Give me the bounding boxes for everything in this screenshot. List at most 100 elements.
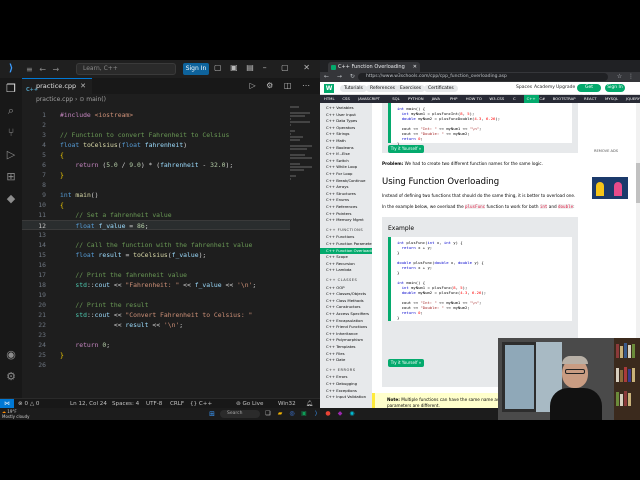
sidebar-item[interactable]: C++ Break/Continue: [326, 178, 366, 184]
topnav-item[interactable]: REACT: [584, 95, 597, 103]
sidebar-item[interactable]: C++ Scope: [326, 254, 348, 260]
sidebar-item[interactable]: C++ Templates: [326, 344, 356, 350]
vscode-menu-icon[interactable]: ≡ ← →: [26, 65, 61, 74]
browser-tab[interactable]: C++ Function Overloading ✕: [328, 62, 420, 72]
url-input[interactable]: https://www.w3schools.com/cpp/cpp_functi…: [358, 73, 608, 81]
code-line[interactable]: 4 float toCelsius(float fahrenheit): [22, 140, 320, 150]
search-icon[interactable]: ⌕: [4, 104, 18, 118]
sidebar-item[interactable]: C++ Variables: [326, 105, 354, 111]
scroll-thumb[interactable]: [636, 163, 640, 203]
remote-icon[interactable]: ⋈: [0, 399, 14, 408]
code-line[interactable]: 10 {: [22, 200, 320, 210]
sidebar-item[interactable]: C++ Inheritance: [326, 331, 358, 337]
code-line[interactable]: 25}: [22, 350, 320, 360]
sidebar-item[interactable]: C++ Arrays: [326, 184, 348, 190]
topnav-item[interactable]: SQL: [392, 95, 400, 103]
close-icon[interactable]: ✕: [80, 79, 86, 94]
link-academy[interactable]: Academy: [534, 85, 555, 90]
window-controls[interactable]: – ▢ ✕: [263, 63, 316, 72]
app-icon-3[interactable]: ◉: [348, 410, 356, 418]
code-line[interactable]: 23: [22, 330, 320, 340]
problems-indicator[interactable]: ⊗ 0 △ 0: [18, 399, 39, 408]
code-line[interactable]: 21 std::cout << "Convert Fahrenheit to C…: [22, 310, 320, 320]
code-line[interactable]: 17 // Print the fahrenheit value: [22, 270, 320, 280]
sidebar-item[interactable]: C++ Switch: [326, 158, 349, 164]
topnav-item[interactable]: C++: [523, 95, 539, 103]
code-line[interactable]: 9 int main(): [22, 190, 320, 200]
sidebar-item[interactable]: C++ Recursion: [326, 261, 355, 267]
topnav-item[interactable]: BOOTSTRAP: [553, 95, 576, 103]
sidebar-item[interactable]: C++ If...Else: [326, 151, 350, 157]
code-line[interactable]: 3 // Function to convert Fahrenheit to Ce…: [22, 130, 320, 140]
vscode-taskbar-icon[interactable]: ⟩: [312, 410, 320, 418]
sidebar-item[interactable]: C++ Classes/Objects: [326, 291, 366, 297]
topnav-item[interactable]: C: [513, 95, 516, 103]
app-icon-2[interactable]: ◆: [336, 410, 344, 418]
sidebar-item[interactable]: C++ Structures: [326, 191, 356, 197]
code-line[interactable]: 1 #include <iostream>: [22, 110, 320, 120]
code-line[interactable]: 12 float f_value = 86;: [22, 220, 290, 230]
tab-practice-cpp[interactable]: C++ practice.cpp ✕: [22, 78, 92, 94]
close-icon[interactable]: ✕: [413, 62, 417, 72]
sign-in-button[interactable]: Sign In: [605, 84, 625, 92]
sidebar-item[interactable]: C++ User Input: [326, 112, 356, 118]
language-mode[interactable]: {} C++: [190, 399, 212, 408]
try-it-yourself-button-2[interactable]: Try it Yourself »: [388, 359, 424, 367]
sidebar-item[interactable]: C++ Booleans: [326, 145, 354, 151]
sidebar-item[interactable]: C++ Function Overloading: [320, 247, 372, 254]
breadcrumb[interactable]: practice.cpp › ⊙ main(): [22, 94, 320, 106]
topnav-item[interactable]: JAVASCRIPT: [358, 95, 380, 103]
menu-certificates[interactable]: Certificates: [424, 85, 458, 92]
settings-gear-icon[interactable]: ⚙: [4, 370, 18, 384]
sidebar-item[interactable]: C++ Files: [326, 351, 345, 357]
code-editor[interactable]: 1 #include <iostream> 2 3// Function to con…: [22, 106, 320, 398]
sidebar-item[interactable]: C++ Debugging: [326, 381, 357, 387]
sidebar-item[interactable]: C++ Input Validation: [326, 394, 366, 400]
source-control-icon[interactable]: ⑂: [4, 126, 18, 140]
code-line[interactable]: 2: [22, 120, 320, 130]
file-explorer-icon[interactable]: ▰: [276, 410, 284, 418]
sidebar-item[interactable]: C++ Enums: [326, 197, 349, 203]
indentation[interactable]: Spaces: 4: [112, 399, 139, 408]
topnav-item[interactable]: MYSQL: [605, 95, 618, 103]
code-line[interactable]: 18 std::cout << "Fahrenheit: " << f_valu…: [22, 280, 320, 290]
cursor-position[interactable]: Ln 12, Col 24: [70, 399, 107, 408]
code-line[interactable]: 5{: [22, 150, 320, 160]
sidebar-item[interactable]: C++ References: [326, 204, 357, 210]
sidebar-item[interactable]: C++ Friend Functions: [326, 324, 367, 330]
sidebar-item[interactable]: C++ Constructors: [326, 304, 360, 310]
layout-toggle-icons[interactable]: ▢ ▣ ▤: [214, 63, 257, 72]
code-line[interactable]: 13: [22, 230, 320, 240]
python-icon[interactable]: ◆: [4, 192, 18, 206]
try-it-yourself-button[interactable]: Try it Yourself »: [388, 145, 424, 153]
sidebar-item[interactable]: C++ OOP: [326, 285, 345, 291]
topnav-item[interactable]: HTML: [324, 95, 335, 103]
sidebar-item[interactable]: C++ Strings: [326, 131, 350, 137]
code-line[interactable]: 24 return 0;: [22, 340, 320, 350]
code-line[interactable]: 22 << result << '\n';: [22, 320, 320, 330]
accounts-icon[interactable]: ◉: [4, 348, 18, 362]
breadcrumb-function[interactable]: main(): [86, 96, 106, 103]
get-certified-button[interactable]: Get Certified: [577, 84, 601, 98]
sidebar-item[interactable]: C++ Errors: [326, 374, 347, 380]
ad-image[interactable]: [592, 177, 628, 199]
line-endings[interactable]: CRLF: [170, 399, 184, 408]
browser-menu-icon[interactable]: ☆ ⋮: [617, 73, 636, 80]
sidebar-item[interactable]: C++ Lambda: [326, 267, 352, 273]
bell-icon[interactable]: 🔔︎: [306, 399, 313, 408]
encoding[interactable]: UTF-8: [146, 399, 162, 408]
sidebar-item[interactable]: C++ Function Parameters: [326, 241, 372, 247]
topnav-item[interactable]: PHP: [450, 95, 457, 103]
sidebar-item[interactable]: C++ Class Methods: [326, 298, 364, 304]
code-line[interactable]: 20 // Print the result: [22, 300, 320, 310]
taskbar-search[interactable]: Search: [220, 410, 260, 418]
windows-start-icon[interactable]: ⊞: [208, 410, 216, 418]
sidebar-item[interactable]: C++ Data Types: [326, 118, 357, 124]
store-icon[interactable]: ▣: [300, 410, 308, 418]
topnav-item[interactable]: JAVA: [432, 95, 440, 103]
sidebar-item[interactable]: C++ Functions: [326, 234, 354, 240]
sidebar-item[interactable]: C++ Access Specifiers: [326, 311, 369, 317]
code-line[interactable]: 16: [22, 260, 320, 270]
topnav-item[interactable]: HOW TO: [466, 95, 482, 103]
sidebar-item[interactable]: C++ Operators: [326, 125, 355, 131]
